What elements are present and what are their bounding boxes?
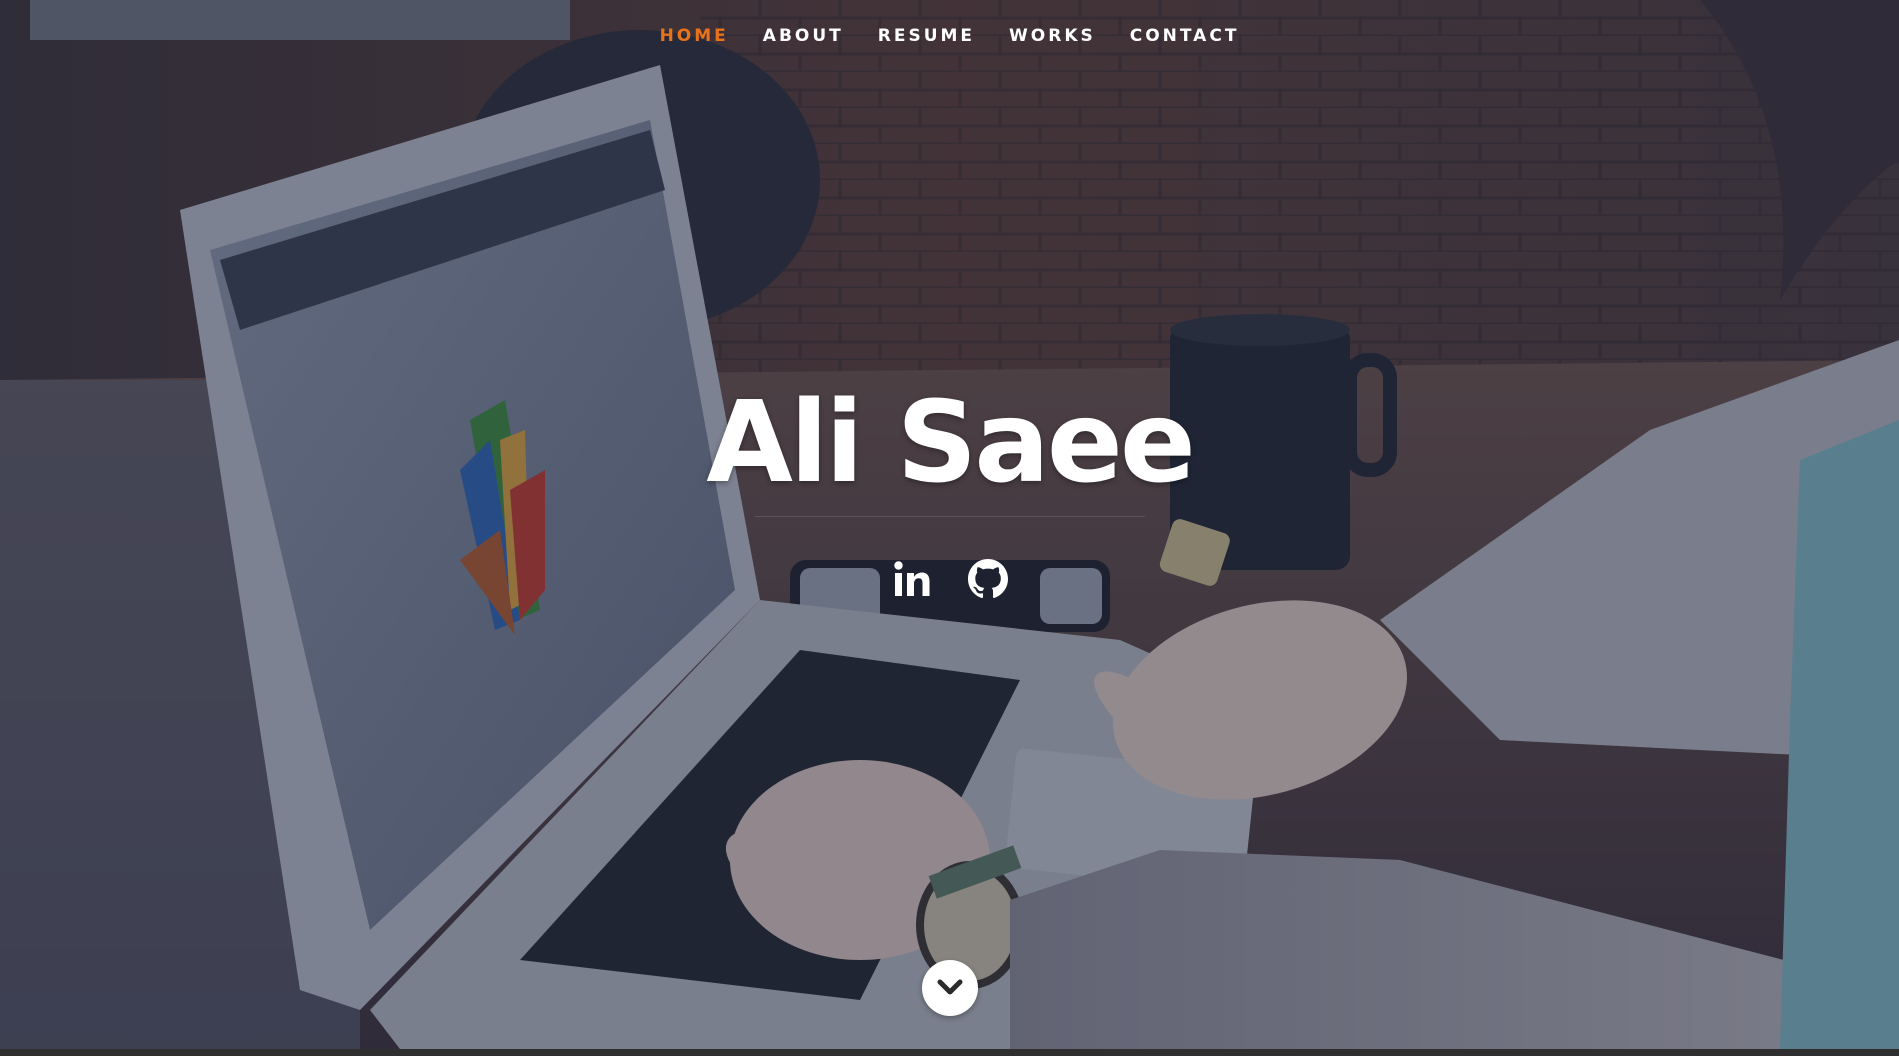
dark-overlay	[0, 0, 1899, 1049]
social-links	[0, 558, 1899, 600]
chevron-down-icon	[937, 979, 963, 995]
title-divider	[754, 516, 1145, 517]
linkedin-icon	[893, 561, 929, 596]
github-link[interactable]	[967, 558, 1008, 600]
nav-home[interactable]: HOME	[643, 18, 746, 54]
nav-about[interactable]: ABOUT	[746, 18, 861, 54]
nav-works[interactable]: WORKS	[992, 18, 1113, 54]
github-icon	[967, 559, 1008, 599]
banner: Ali Saee	[0, 378, 1899, 517]
footer-edge	[0, 1049, 1899, 1056]
scroll-down-button[interactable]	[922, 960, 978, 1016]
page-title: Ali Saee	[706, 378, 1196, 508]
linkedin-link[interactable]	[892, 558, 932, 600]
nav-contact[interactable]: CONTACT	[1113, 18, 1257, 54]
main-navigation: HOME ABOUT RESUME WORKS CONTACT	[0, 18, 1899, 54]
hero-section: HOME ABOUT RESUME WORKS CONTACT Ali Saee	[0, 0, 1899, 1049]
nav-resume[interactable]: RESUME	[861, 18, 992, 54]
